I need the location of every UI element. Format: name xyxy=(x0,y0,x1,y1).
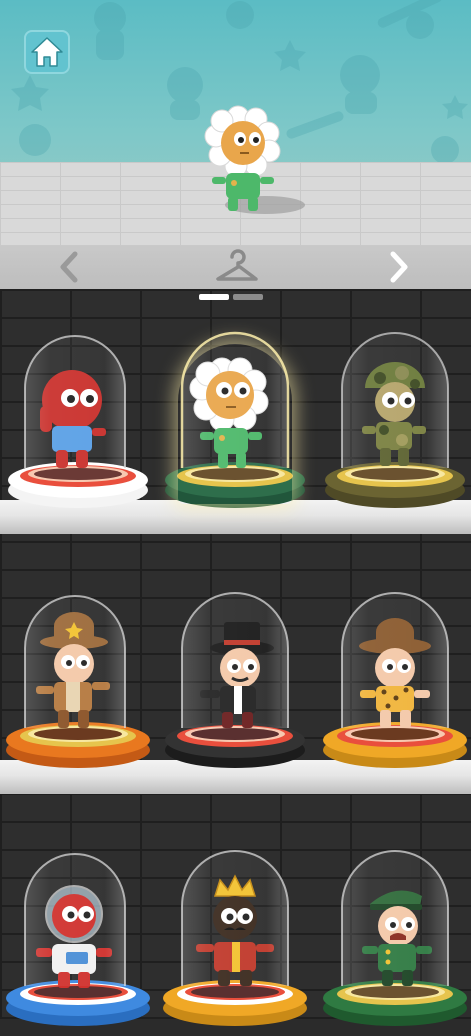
glass-dome xyxy=(24,595,126,728)
character-preview-stage xyxy=(0,0,471,245)
slot-general[interactable] xyxy=(320,836,470,1036)
chevron-left-icon xyxy=(60,251,78,283)
glass-dome xyxy=(341,592,449,728)
slot-flower-selected[interactable] xyxy=(160,318,310,518)
home-icon xyxy=(31,37,63,67)
glass-dome xyxy=(341,850,449,986)
wardrobe-button[interactable] xyxy=(212,249,260,283)
glass-dome xyxy=(181,592,289,728)
glass-dome xyxy=(24,335,126,468)
chevron-right-icon xyxy=(390,251,408,283)
page-indicator xyxy=(199,294,263,300)
slot-red-blob[interactable] xyxy=(0,318,150,518)
slot-safari-explorer[interactable] xyxy=(320,578,470,778)
glass-dome xyxy=(341,332,449,468)
glass-dome xyxy=(181,850,289,986)
slot-gentleman[interactable] xyxy=(160,578,310,778)
next-button[interactable] xyxy=(380,249,416,285)
slot-sheriff[interactable] xyxy=(0,578,150,778)
preview-character-flower xyxy=(204,105,305,214)
previous-button[interactable] xyxy=(52,249,88,285)
character-nav-bar xyxy=(0,245,471,289)
slot-camo-soldier[interactable] xyxy=(320,318,470,518)
page-dot-1[interactable] xyxy=(199,294,229,300)
glass-dome xyxy=(180,331,290,468)
glass-dome xyxy=(24,853,126,986)
page-dot-2[interactable] xyxy=(233,294,263,300)
home-button[interactable] xyxy=(24,30,70,74)
slot-king[interactable] xyxy=(160,836,310,1036)
slot-astronaut[interactable] xyxy=(0,836,150,1036)
hanger-icon xyxy=(216,249,258,281)
